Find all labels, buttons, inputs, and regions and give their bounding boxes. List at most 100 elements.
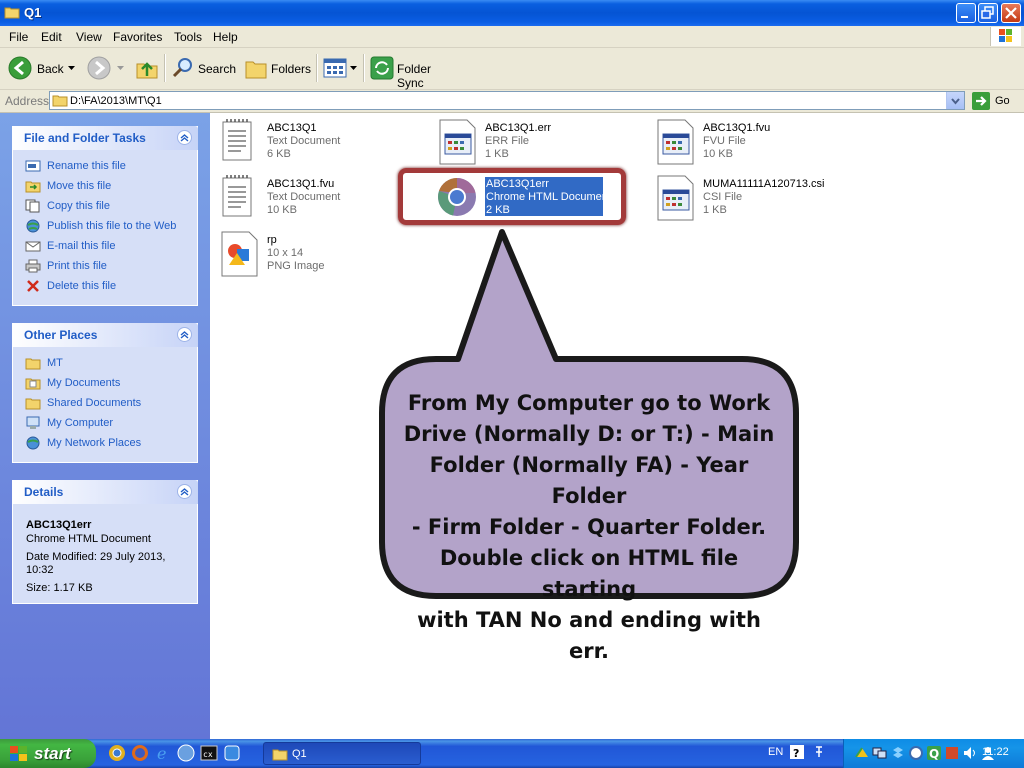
language-indicator[interactable]: EN — [768, 746, 783, 758]
menu-favorites[interactable]: Favorites — [113, 30, 162, 44]
collapse-button[interactable] — [177, 327, 192, 342]
forward-button[interactable] — [87, 56, 125, 80]
task-rename-file[interactable]: Rename this file — [25, 159, 126, 173]
views-button[interactable] — [323, 56, 357, 80]
app-icon[interactable] — [223, 744, 241, 762]
firefox-icon[interactable] — [131, 744, 149, 762]
callout-line: with TAN No and ending with err. — [417, 608, 761, 663]
menu-edit[interactable]: Edit — [41, 30, 62, 44]
place-my-documents[interactable]: My Documents — [25, 376, 120, 390]
taskbar-clock[interactable]: 11:22 — [982, 746, 1009, 758]
menu-help[interactable]: Help — [213, 30, 238, 44]
place-shared-documents[interactable]: Shared Documents — [25, 396, 141, 410]
internet-explorer-icon[interactable]: e — [154, 744, 172, 762]
file-item[interactable]: ABC13Q1.err ERR File 1 KB — [439, 118, 629, 166]
double-chevron-up-icon — [180, 134, 189, 142]
help-icon[interactable]: ? — [790, 745, 804, 759]
file-type: PNG Image — [267, 260, 325, 272]
up-folder-icon[interactable] — [135, 56, 159, 80]
tray-sync-icon[interactable] — [908, 745, 924, 761]
file-item[interactable]: ABC13Q1 Text Document 6 KB — [221, 118, 411, 166]
file-item[interactable]: ABC13Q1.fvu Text Document 10 KB — [221, 174, 411, 222]
panel-header[interactable]: Other Places — [12, 323, 198, 347]
volume-icon[interactable] — [962, 745, 978, 761]
menu-file[interactable]: File — [9, 30, 28, 44]
menu-view[interactable]: View — [76, 30, 102, 44]
generic-file-icon — [439, 119, 476, 165]
move-icon — [25, 181, 41, 193]
title-bar[interactable]: Q1 — [0, 0, 1024, 26]
address-input[interactable]: D:\FA\2013\MT\Q1 — [49, 91, 965, 110]
tray-network-icon[interactable] — [872, 745, 888, 761]
file-name: ABC13Q1.fvu — [703, 122, 771, 134]
chevron-down-icon — [951, 98, 960, 105]
file-name: ABC13Q1.fvu — [267, 178, 335, 190]
details-size: Size: 1.17 KB — [26, 582, 93, 594]
file-item[interactable]: MUMA11111A120713.csi CSI File 1 KB — [657, 174, 857, 222]
print-icon — [25, 259, 41, 273]
panel-header[interactable]: File and Folder Tasks — [12, 126, 198, 150]
forward-arrow-icon — [87, 56, 111, 80]
details-date-modified: Date Modified: 29 July 2013, — [26, 551, 166, 563]
toolbar: Back Search Folders Folder Sync — [0, 48, 1024, 90]
task-email-file[interactable]: E-mail this file — [25, 239, 115, 253]
rename-icon — [25, 160, 41, 172]
tray-app-icon[interactable] — [944, 745, 960, 761]
file-size: 10 KB — [267, 204, 297, 216]
windows-flag-icon — [10, 746, 27, 761]
taskbar-window-q1[interactable]: Q1 — [263, 742, 421, 765]
callout-line: Drive (Normally D: or T:) - Main — [403, 422, 775, 446]
file-name: ABC13Q1.err — [485, 122, 552, 134]
ime-icon[interactable] — [812, 744, 826, 760]
task-move-file[interactable]: Move this file — [25, 179, 111, 193]
folder-sync-icon — [370, 56, 394, 80]
file-type: Text Document — [267, 191, 341, 203]
search-button[interactable]: Search — [171, 56, 236, 80]
panel-title: Details — [24, 485, 64, 499]
dropdown-arrow-icon — [350, 66, 357, 70]
task-copy-file[interactable]: Copy this file — [25, 199, 110, 213]
details-date-modified-time: 10:32 — [26, 564, 54, 576]
place-mt[interactable]: MT — [25, 356, 63, 370]
file-type: Chrome HTML Document — [486, 191, 611, 203]
task-print-file[interactable]: Print this file — [25, 259, 107, 273]
folder-icon — [25, 358, 41, 370]
file-type: ERR File — [485, 135, 530, 147]
svg-text:Q: Q — [929, 747, 939, 761]
minimize-button[interactable] — [956, 3, 976, 23]
start-button[interactable]: start — [0, 739, 96, 768]
menu-tools[interactable]: Tools — [174, 30, 202, 44]
panel-header[interactable]: Details — [12, 480, 198, 504]
text-document-icon — [222, 119, 252, 161]
toolbar-separator — [164, 54, 166, 82]
tray-dropbox-icon[interactable] — [890, 745, 906, 761]
place-my-network-places[interactable]: My Network Places — [25, 436, 141, 450]
task-publish-web[interactable]: Publish this file to the Web — [25, 219, 176, 233]
chrome-icon[interactable] — [108, 744, 126, 762]
go-arrow-icon — [972, 92, 990, 110]
window-title: Q1 — [24, 5, 42, 20]
go-label: Go — [995, 95, 1010, 107]
address-dropdown-button[interactable] — [946, 92, 964, 109]
file-item[interactable]: ABC13Q1.fvu FVU File 10 KB — [657, 118, 847, 166]
folders-button[interactable]: Folders — [244, 56, 311, 80]
collapse-button[interactable] — [177, 484, 192, 499]
go-button[interactable]: Go — [972, 91, 1020, 111]
copy-icon — [25, 199, 40, 213]
browser-icon[interactable] — [177, 744, 195, 762]
place-my-computer[interactable]: My Computer — [25, 416, 113, 430]
folder-sync-label: Folder Sync — [397, 62, 432, 90]
maximize-button[interactable] — [978, 3, 998, 23]
folder-sync-button[interactable]: Folder Sync — [370, 56, 460, 90]
tray-q-icon[interactable]: Q — [926, 745, 942, 761]
svg-text:e: e — [157, 744, 166, 762]
file-type: Text Document — [267, 135, 341, 147]
close-button[interactable] — [1001, 3, 1021, 23]
toolbar-separator — [316, 54, 318, 82]
collapse-button[interactable] — [177, 130, 192, 145]
command-prompt-icon[interactable]: cx — [200, 744, 218, 762]
tray-drive-icon[interactable] — [854, 745, 870, 761]
task-delete-file[interactable]: Delete this file — [25, 279, 116, 293]
file-item-selected[interactable]: ABC13Q1err Chrome HTML Document 2 KB — [437, 176, 611, 220]
back-button[interactable]: Back — [8, 56, 78, 80]
